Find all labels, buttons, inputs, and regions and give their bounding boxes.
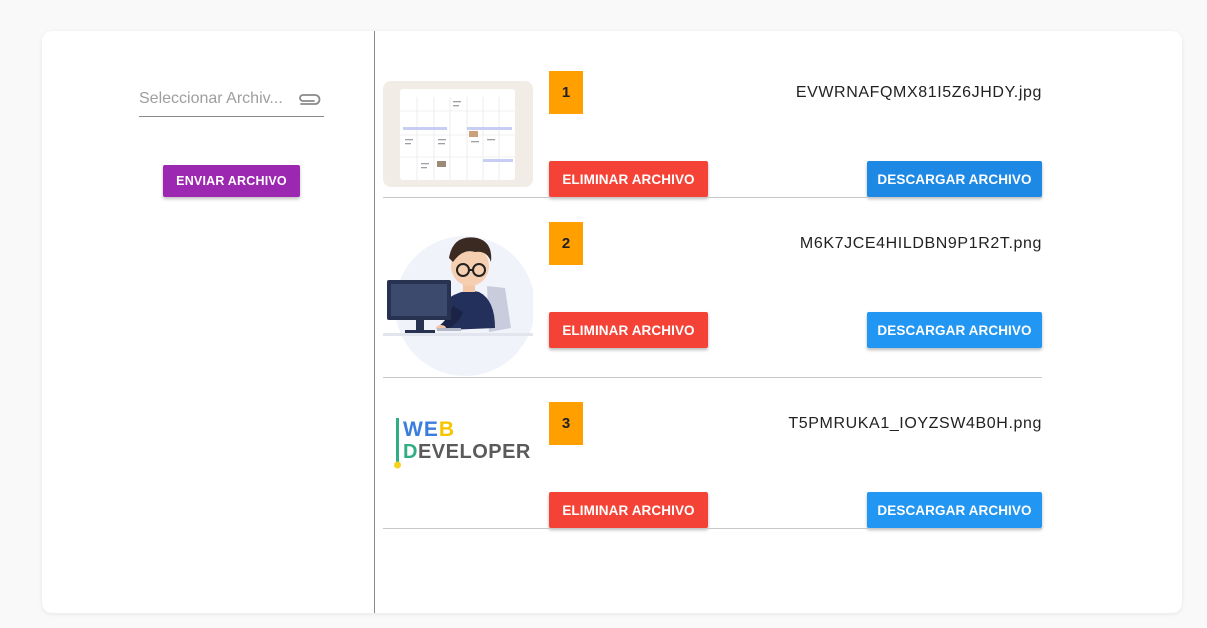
logo-eveloper-text: EVELOPER bbox=[418, 441, 531, 463]
delete-file-button[interactable]: ELIMINAR ARCHIVO bbox=[549, 492, 708, 528]
file-select-input[interactable]: Seleccionar Archiv... bbox=[139, 83, 324, 117]
file-name: M6K7JCE4HILDBN9P1R2T.png bbox=[799, 235, 1042, 252]
file-thumbnail-1 bbox=[383, 81, 533, 187]
row-separator bbox=[383, 197, 1042, 198]
file-thumbnail-3: WEB DEVELOPER bbox=[383, 402, 533, 492]
svg-text:DEVELOPER: DEVELOPER bbox=[403, 441, 531, 463]
file-index-badge: 3 bbox=[549, 402, 583, 445]
download-file-button[interactable]: DESCARGAR ARCHIVO bbox=[867, 161, 1042, 197]
file-index-badge: 2 bbox=[549, 222, 583, 265]
svg-text:WEB: WEB bbox=[403, 418, 455, 441]
file-select-placeholder: Seleccionar Archiv... bbox=[139, 90, 283, 107]
download-file-button[interactable]: DESCARGAR ARCHIVO bbox=[867, 492, 1042, 528]
logo-we-text: WE bbox=[403, 418, 439, 441]
row-separator bbox=[383, 377, 1042, 378]
row-separator bbox=[383, 528, 1042, 529]
file-thumbnail-2 bbox=[383, 228, 535, 378]
logo-b-text: B bbox=[439, 418, 455, 441]
file-item-2: 2 M6K7JCE4HILDBN9P1R2T.png ELIMINAR ARCH… bbox=[383, 222, 1042, 378]
file-item-1: 1 EVWRNAFQMX81I5Z6JHDY.jpg ELIMINAR ARCH… bbox=[383, 71, 1042, 198]
delete-file-button[interactable]: ELIMINAR ARCHIVO bbox=[549, 312, 708, 348]
file-name: EVWRNAFQMX81I5Z6JHDY.jpg bbox=[795, 84, 1042, 101]
file-name: T5PMRUKA1_IOYZSW4B0H.png bbox=[788, 415, 1042, 432]
panel-divider bbox=[374, 31, 375, 613]
file-item-3: WEB DEVELOPER 3 T5PMRUKA1_IOYZSW4B0H.png… bbox=[383, 402, 1042, 529]
paperclip-icon[interactable] bbox=[298, 92, 322, 108]
delete-file-button[interactable]: ELIMINAR ARCHIVO bbox=[549, 161, 708, 197]
send-file-button[interactable]: ENVIAR ARCHIVO bbox=[163, 165, 300, 197]
logo-d-text: D bbox=[403, 441, 418, 463]
download-file-button[interactable]: DESCARGAR ARCHIVO bbox=[867, 312, 1042, 348]
file-index-badge: 1 bbox=[549, 71, 583, 114]
